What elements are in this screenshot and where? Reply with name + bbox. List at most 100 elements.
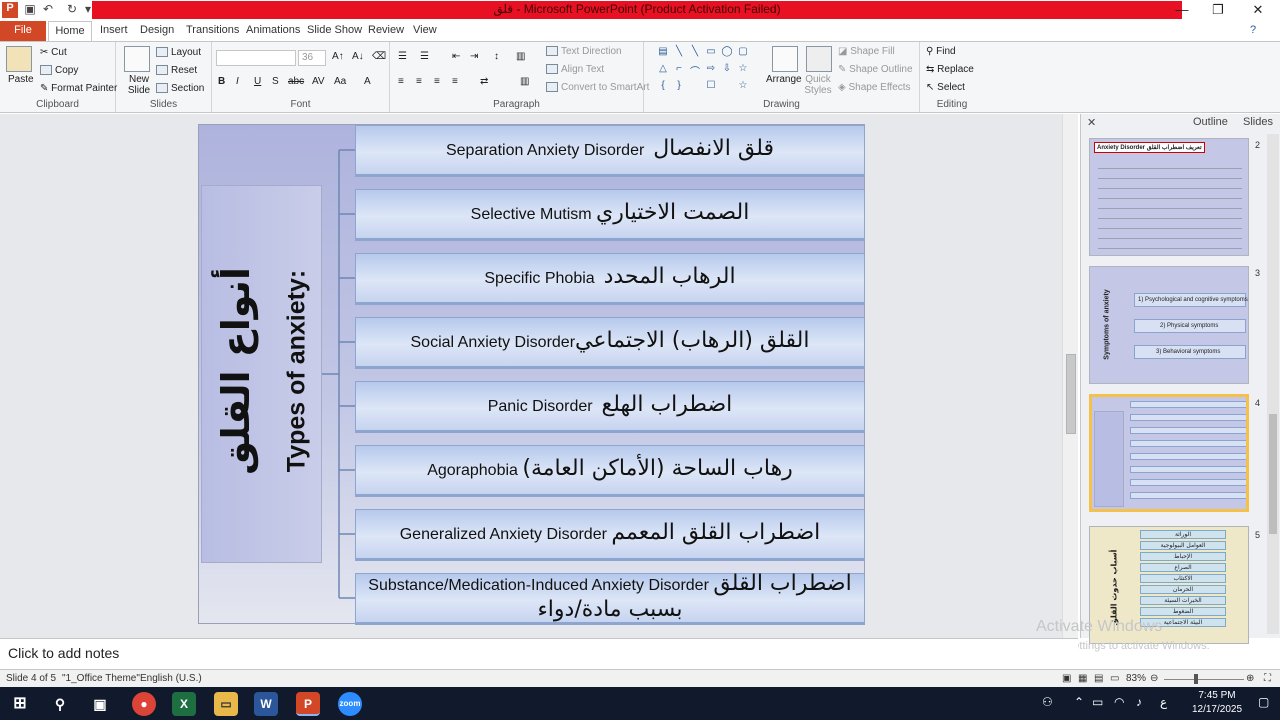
anxiety-type-item[interactable]: Separation Anxiety Disorder قلق الانفصال [355,125,865,177]
chrome-icon[interactable]: ● [132,692,156,716]
zoom-in-icon[interactable]: ⊕ [1246,673,1254,684]
convert-smartart-button[interactable]: Convert to SmartArt [546,82,649,93]
shape-star-icon[interactable]: ☆ [736,63,750,76]
anxiety-type-item[interactable]: Selective Mutism الصمت الاختياري [355,189,865,241]
zoom-slider-track[interactable] [1164,679,1244,680]
slideshow-view-icon[interactable]: ▭ [1110,673,1119,684]
find-button[interactable]: ⚲ Find [926,46,956,57]
select-button[interactable]: ↖ Select [926,82,965,93]
shape-curve-icon[interactable]: ⌒ [688,63,702,78]
shape-callout-icon[interactable]: ☐ [704,80,718,93]
theme-name[interactable]: "1_Office Theme" [62,673,140,684]
restore-button[interactable]: ❐ [1200,2,1236,20]
slide-sorter-icon[interactable]: ▦ [1078,673,1087,684]
help-icon[interactable]: ? [1250,24,1256,36]
language-indicator[interactable]: English (U.S.) [140,673,202,684]
pane-scrollbar[interactable] [1267,134,1279,634]
align-text-button[interactable]: Align Text [546,64,604,75]
bold-button[interactable]: B [218,76,225,87]
reset-button[interactable]: Reset [156,65,197,76]
powerpoint-app-icon[interactable]: P [2,2,18,18]
columns-2-icon[interactable]: ▥ [520,76,529,87]
notifications-icon[interactable]: ▢ [1258,695,1269,709]
reading-view-icon[interactable]: ▤ [1094,673,1103,684]
shape-elbow-icon[interactable]: ⌐ [672,63,686,76]
replace-button[interactable]: ⇆ Replace [926,64,974,75]
shape-line2-icon[interactable]: ╲ [688,46,702,59]
shape-oval-icon[interactable]: ◯ [720,46,734,59]
shape-outline-button[interactable]: ✎ Shape Outline [838,64,913,75]
clear-formatting-icon[interactable]: ⌫ [372,51,386,62]
font-name-box[interactable] [216,50,296,66]
tab-slide-show[interactable]: Slide Show [307,24,362,36]
justify-icon[interactable]: ≡ [452,76,458,87]
zoom-app-icon[interactable]: zoom [338,692,362,716]
anxiety-type-item[interactable]: Generalized Anxiety Disorder اضطراب القل… [355,509,865,561]
shape-brace-icon[interactable]: } [672,80,686,93]
shape-textbox-icon[interactable]: ▤ [656,46,670,59]
character-spacing-button[interactable]: AV [312,76,325,87]
increase-indent-icon[interactable]: ⇥ [470,51,478,62]
slide-canvas[interactable]: أنواع القلق Types of anxiety: Separation… [198,124,865,625]
battery-icon[interactable]: ▭ [1092,695,1103,709]
fit-to-window-icon[interactable]: ⛶ [1264,673,1271,684]
tab-home[interactable]: Home [48,21,92,41]
shadow-button[interactable]: S [272,76,279,87]
italic-button[interactable]: I [236,76,239,87]
tab-review[interactable]: Review [368,24,404,36]
search-icon[interactable]: ⚲ [48,692,72,716]
slide-thumbnail-selected[interactable] [1089,394,1249,512]
tab-outline[interactable]: Outline [1193,116,1228,128]
shape-star2-icon[interactable]: ☆ [736,80,750,93]
quick-styles-button[interactable]: Quick Styles [802,74,834,96]
numbering-icon[interactable]: ☰ [420,51,429,62]
anxiety-type-item[interactable]: Social Anxiety Disorderالقلق (الرهاب) ال… [355,317,865,369]
format-painter-button[interactable]: ✎ Format Painter [40,83,117,94]
input-language[interactable]: ع [1160,695,1167,709]
powerpoint-icon[interactable]: P [296,692,320,716]
change-case-button[interactable]: Aa [334,76,346,87]
file-explorer-icon[interactable]: ▭ [214,692,238,716]
shape-rounded-icon[interactable]: ▢ [736,46,750,59]
zoom-out-icon[interactable]: ⊖ [1150,673,1158,684]
font-size-box[interactable]: 36 [298,50,326,66]
shrink-font-icon[interactable]: A↓ [352,51,364,62]
tab-design[interactable]: Design [140,24,174,36]
tab-transitions[interactable]: Transitions [186,24,239,36]
underline-button[interactable]: U [254,76,261,87]
line-spacing-icon[interactable]: ↕ [494,51,499,62]
new-slide-button[interactable]: New Slide [122,74,156,96]
pane-close-icon[interactable]: ✕ [1087,116,1096,129]
shape-arrow-down-icon[interactable]: ⇩ [720,63,734,76]
strikethrough-button[interactable]: abc [288,76,304,87]
save-icon[interactable]: ▣ [22,2,38,18]
notes-pane[interactable]: Click to add notes [0,638,1078,668]
undo-icon[interactable]: ↶ [40,2,56,18]
shape-effects-button[interactable]: ◈ Shape Effects [838,82,911,93]
anxiety-type-item[interactable]: Panic Disorder اضطراب الهلع [355,381,865,433]
windows-start-icon[interactable]: ⊞ [8,692,32,716]
pane-scroll-thumb[interactable] [1269,414,1277,534]
decrease-indent-icon[interactable]: ⇤ [452,51,460,62]
anxiety-type-item[interactable]: Specific Phobia الرهاب المحدد [355,253,865,305]
tab-animations[interactable]: Animations [246,24,300,36]
paste-button[interactable]: Paste [8,74,34,85]
slide-thumbnail[interactable]: Symptoms of anxiety 1) Psychological and… [1089,266,1249,384]
align-center-icon[interactable]: ≡ [416,76,422,87]
tab-insert[interactable]: Insert [100,24,128,36]
arrange-button[interactable]: Arrange [766,74,802,85]
zoom-slider-handle[interactable] [1194,674,1198,684]
grow-font-icon[interactable]: A↑ [332,51,344,62]
excel-icon[interactable]: X [172,692,196,716]
columns-icon[interactable]: ▥ [516,51,525,62]
tab-slides[interactable]: Slides [1243,116,1273,128]
word-icon[interactable]: W [254,692,278,716]
arrange-icon[interactable] [772,46,798,72]
close-button[interactable]: ✕ [1240,2,1276,20]
copy-button[interactable]: Copy [40,65,78,76]
rtl-icon[interactable]: ⇄ [480,76,488,87]
clock[interactable]: 7:45 PM 12/17/2025 [1186,689,1248,717]
network-people-icon[interactable]: ⚇ [1042,695,1053,709]
normal-view-icon[interactable]: ▣ [1062,673,1071,684]
paste-icon[interactable] [6,46,32,72]
